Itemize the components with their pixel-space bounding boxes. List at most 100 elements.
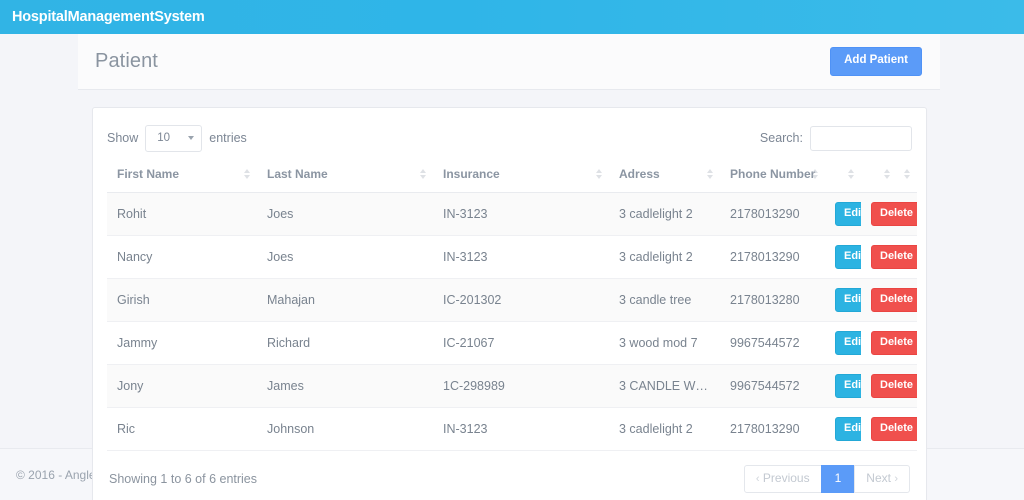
cell-insurance: IN-3123 (433, 193, 609, 236)
entries-select[interactable]: 102550100 (145, 125, 202, 152)
cell-address: 3 cadlelight 2 (609, 408, 720, 451)
column-header-insurance[interactable]: Insurance (433, 158, 609, 193)
edit-button[interactable]: Edit (835, 374, 861, 398)
column-header-phone[interactable]: Phone Number (720, 158, 825, 193)
sort-icon[interactable] (706, 169, 713, 181)
cell-insurance: IN-3123 (433, 408, 609, 451)
column-header-last-name[interactable]: Last Name (257, 158, 433, 193)
table-body: RohitJoesIN-31233 cadlelight 22178013290… (107, 193, 917, 451)
column-label-first-name: First Name (117, 167, 179, 181)
cell-first-name: Rohit (107, 193, 257, 236)
patient-table-card: Show 102550100 entries Search: (92, 107, 927, 500)
sort-icon[interactable] (595, 169, 602, 181)
edit-button[interactable]: Edit (835, 417, 861, 441)
cell-edit-action: Edit (825, 322, 861, 365)
entries-length-control: Show 102550100 entries (107, 125, 247, 152)
cell-phone: 2178013290 (720, 408, 825, 451)
delete-button[interactable]: Delete (871, 331, 917, 355)
cell-last-name: Richard (257, 322, 433, 365)
cell-insurance: 1C-298989 (433, 365, 609, 408)
cell-insurance: IC-21067 (433, 322, 609, 365)
sort-icon[interactable] (243, 169, 250, 181)
edit-button[interactable]: Edit (835, 245, 861, 269)
cell-delete-action: Delete (861, 279, 917, 322)
cell-insurance: IN-3123 (433, 236, 609, 279)
cell-last-name: Joes (257, 236, 433, 279)
cell-edit-action: Edit (825, 279, 861, 322)
table-footer: Showing 1 to 6 of 6 entries ‹ Previous 1… (107, 451, 912, 495)
page-body: Patient Add Patient Show 102550100 entri… (0, 34, 1024, 448)
search-control: Search: (760, 126, 912, 151)
delete-button[interactable]: Delete (871, 288, 917, 312)
cell-phone: 2178013290 (720, 193, 825, 236)
column-header-address[interactable]: Adress (609, 158, 720, 193)
page-header-panel: Patient Add Patient (78, 34, 940, 90)
table-header-row: First Name Last Name Insurance Adre (107, 158, 917, 193)
sort-icon[interactable] (419, 169, 426, 181)
cell-phone: 9967544572 (720, 322, 825, 365)
column-label-insurance: Insurance (443, 167, 500, 181)
edit-button[interactable]: Edit (835, 331, 861, 355)
cell-edit-action: Edit (825, 193, 861, 236)
cell-phone: 2178013280 (720, 279, 825, 322)
search-input[interactable] (810, 126, 912, 151)
delete-button[interactable]: Delete (871, 417, 917, 441)
column-label-last-name: Last Name (267, 167, 328, 181)
cell-first-name: Jony (107, 365, 257, 408)
sort-icon[interactable] (811, 169, 818, 181)
cell-delete-action: Delete (861, 365, 917, 408)
cell-first-name: Nancy (107, 236, 257, 279)
cell-delete-action: Delete (861, 408, 917, 451)
add-patient-button[interactable]: Add Patient (830, 47, 922, 76)
chevron-left-icon: ‹ (756, 473, 760, 485)
cell-insurance: IC-201302 (433, 279, 609, 322)
table-head: First Name Last Name Insurance Adre (107, 158, 917, 193)
column-header-action-1[interactable] (825, 158, 861, 193)
cell-address: 3 cadlelight 2 (609, 193, 720, 236)
sort-icon[interactable] (903, 169, 910, 181)
pagination-previous[interactable]: ‹ Previous (744, 465, 822, 493)
cell-last-name: Johnson (257, 408, 433, 451)
cell-last-name: Mahajan (257, 279, 433, 322)
show-label: Show (107, 131, 138, 145)
cell-phone: 9967544572 (720, 365, 825, 408)
chevron-right-icon: › (894, 473, 898, 485)
table-row: JonyJames1C-2989893 CANDLE WOOD996754457… (107, 365, 917, 408)
edit-button[interactable]: Edit (835, 202, 861, 226)
column-header-first-name[interactable]: First Name (107, 158, 257, 193)
sort-icon[interactable] (883, 169, 890, 181)
cell-address: 3 cadlelight 2 (609, 236, 720, 279)
table-row: GirishMahajanIC-2013023 candle tree21780… (107, 279, 917, 322)
cell-last-name: James (257, 365, 433, 408)
sort-icon[interactable] (847, 169, 854, 181)
cell-delete-action: Delete (861, 236, 917, 279)
pagination-previous-label: Previous (763, 471, 810, 485)
cell-address: 3 candle tree (609, 279, 720, 322)
cell-edit-action: Edit (825, 408, 861, 451)
cell-first-name: Ric (107, 408, 257, 451)
column-label-address: Adress (619, 167, 660, 181)
brand-logo[interactable]: HospitalManagementSystem (12, 9, 205, 25)
cell-address: 3 wood mod 7 (609, 322, 720, 365)
pagination-page-1[interactable]: 1 (821, 465, 856, 493)
table-row: RohitJoesIN-31233 cadlelight 22178013290… (107, 193, 917, 236)
column-label-phone: Phone Number (730, 167, 815, 181)
column-header-action-3[interactable] (897, 158, 917, 193)
table-row: RicJohnsonIN-31233 cadlelight 2217801329… (107, 408, 917, 451)
pagination: ‹ Previous 1 Next › (744, 465, 910, 493)
entries-select-wrap: 102550100 (145, 125, 202, 152)
cell-first-name: Jammy (107, 322, 257, 365)
edit-button[interactable]: Edit (835, 288, 861, 312)
cell-address: 3 CANDLE WOOD (609, 365, 720, 408)
delete-button[interactable]: Delete (871, 374, 917, 398)
search-label: Search: (760, 131, 803, 145)
cell-first-name: Girish (107, 279, 257, 322)
column-header-action-2[interactable] (861, 158, 897, 193)
table-controls: Show 102550100 entries Search: (107, 122, 912, 158)
delete-button[interactable]: Delete (871, 245, 917, 269)
content-column: Patient Add Patient Show 102550100 entri… (78, 34, 940, 500)
pagination-next[interactable]: Next › (854, 465, 910, 493)
top-navbar: HospitalManagementSystem (0, 0, 1024, 34)
patient-table: First Name Last Name Insurance Adre (107, 158, 917, 451)
delete-button[interactable]: Delete (871, 202, 917, 226)
